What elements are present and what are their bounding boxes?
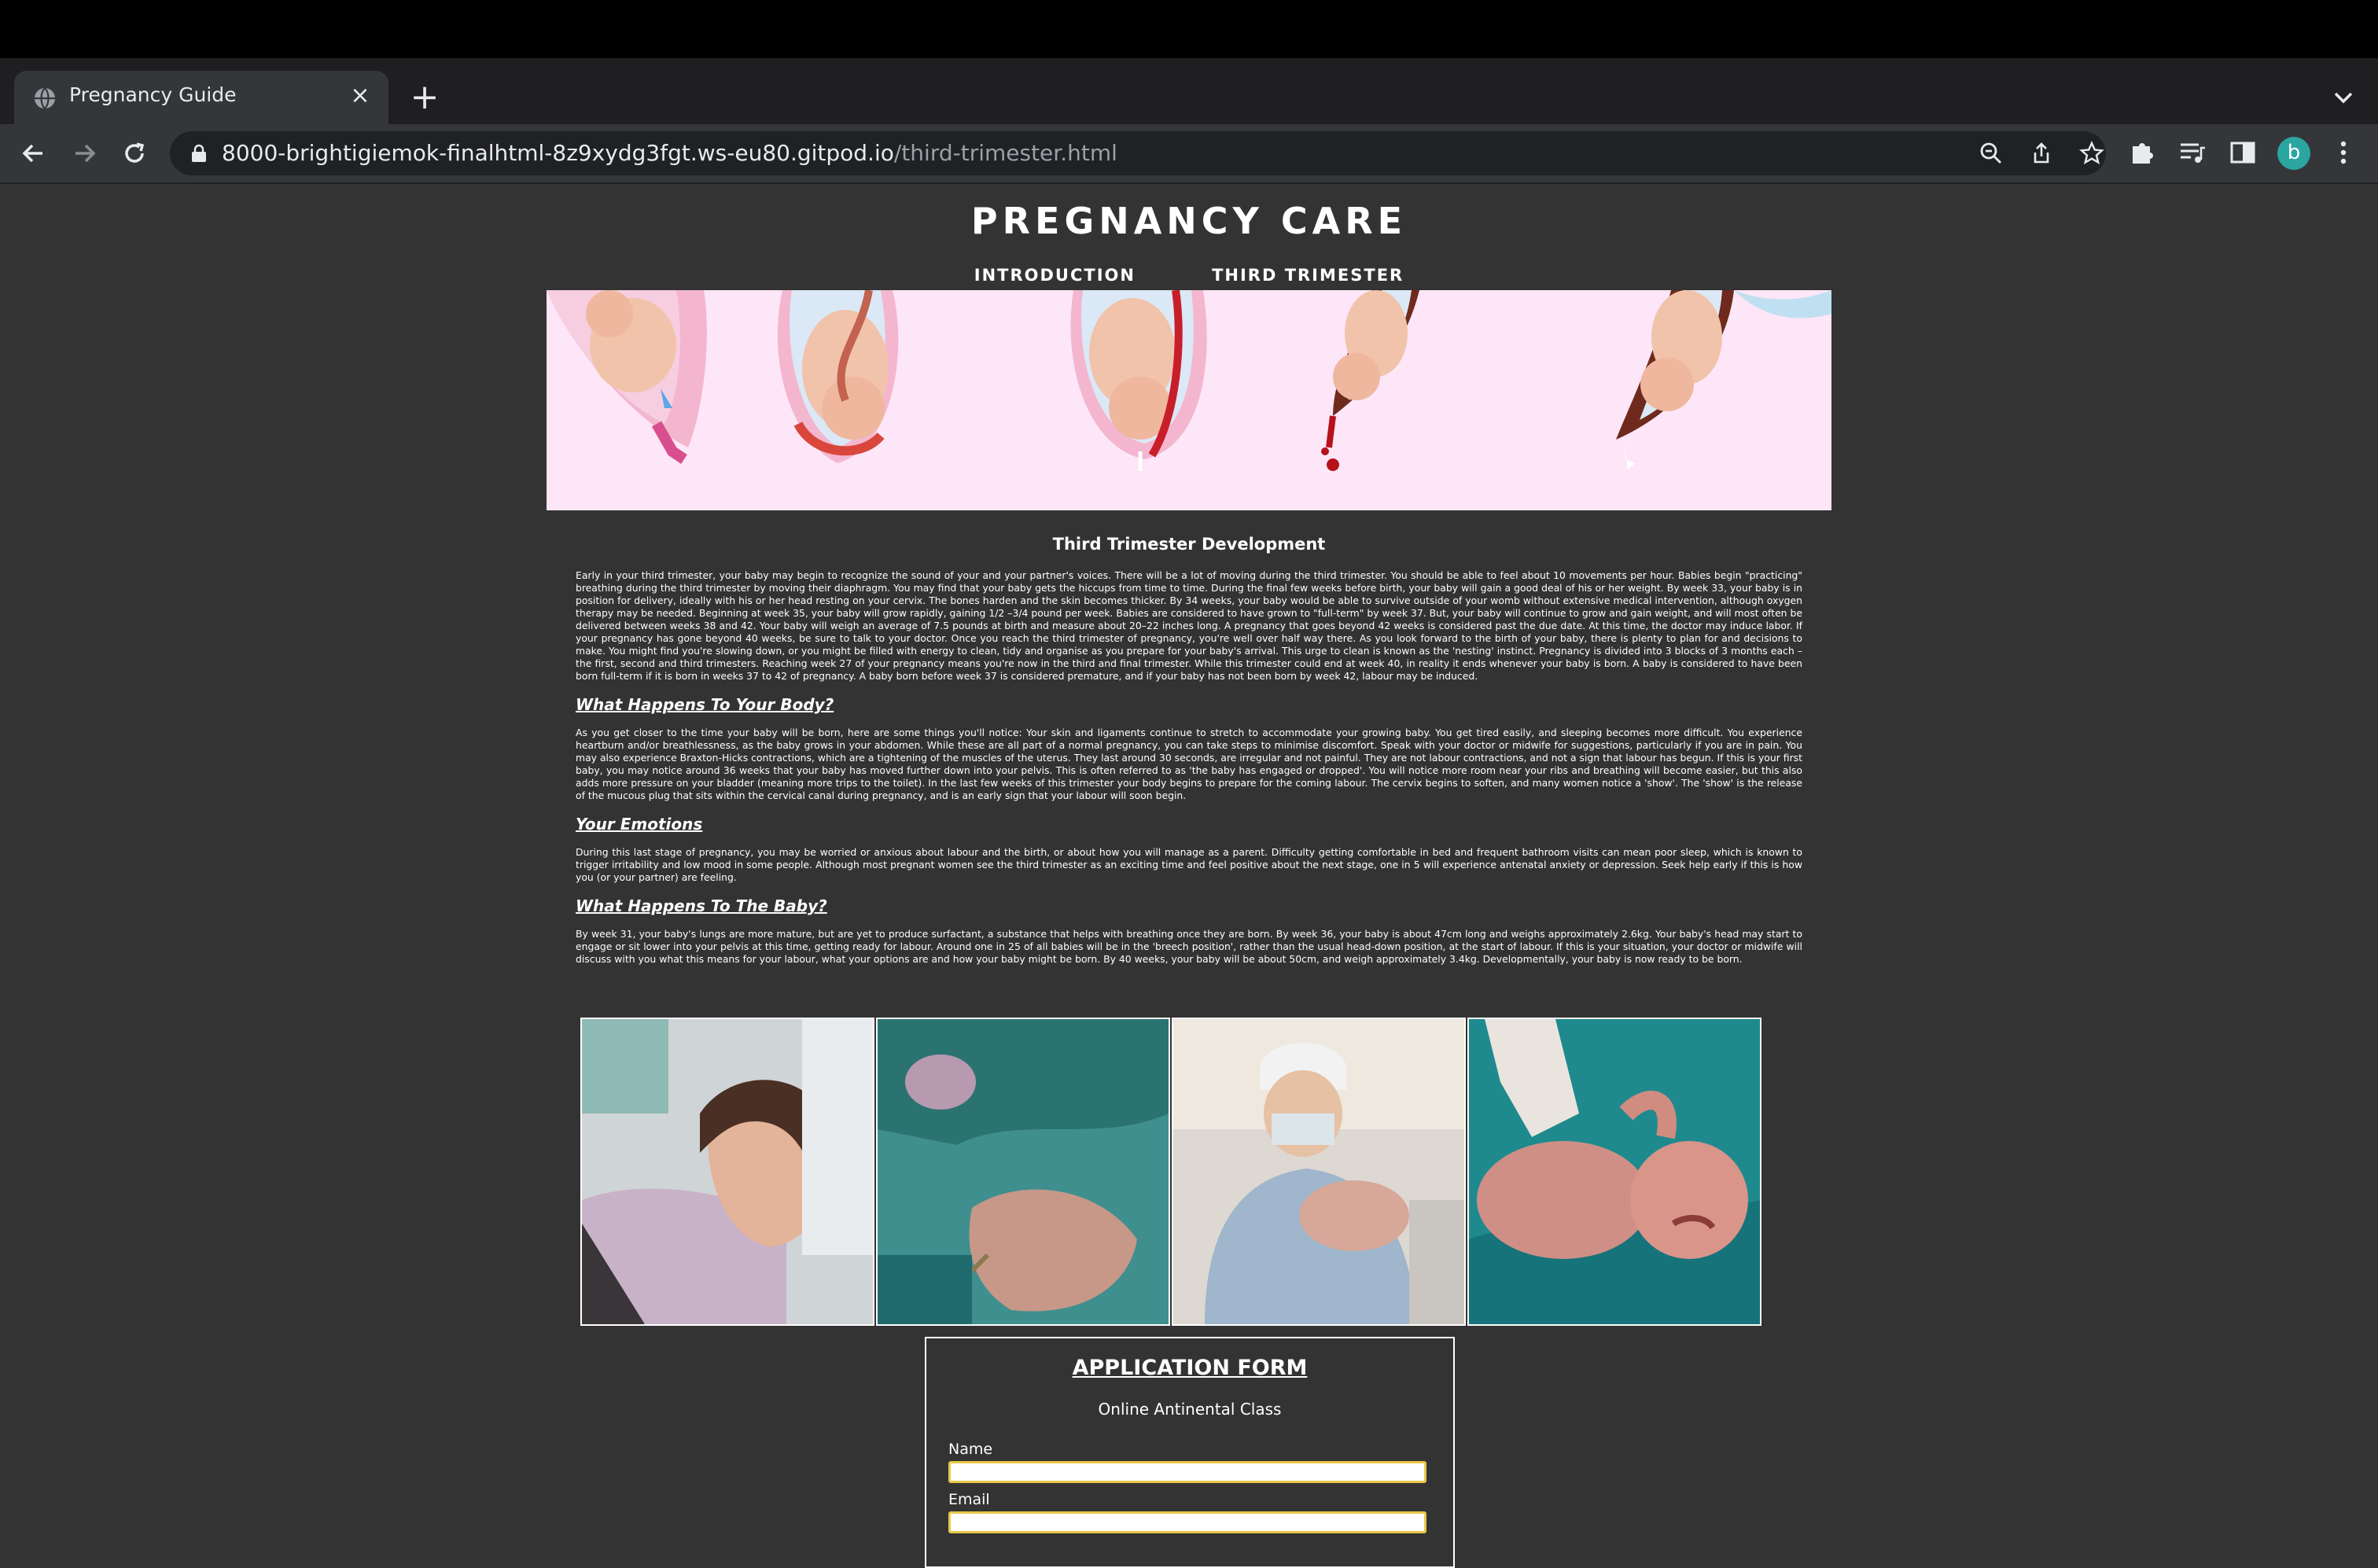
email-input[interactable] — [948, 1511, 1426, 1533]
profile-avatar[interactable]: b — [2277, 137, 2310, 170]
url-path: /third-trimester.html — [893, 140, 1117, 166]
emotions-paragraph: During this last stage of pregnancy, you… — [576, 846, 1802, 883]
form-subtitle: Online Antinental Class — [1098, 1400, 1282, 1419]
fetal-development-banner — [547, 290, 1831, 510]
address-bar[interactable]: 8000-brightigiemok-finalhtml-8z9xydg3fgt… — [170, 131, 2106, 175]
side-panel-icon[interactable] — [2227, 137, 2258, 168]
fetus-illustration-2 — [777, 290, 899, 463]
fetus-illustration-3 — [1070, 290, 1207, 471]
reload-icon[interactable] — [116, 135, 153, 171]
close-tab-icon[interactable]: × — [344, 80, 376, 112]
tab-title: Pregnancy Guide — [69, 83, 237, 106]
fetal-illustrations — [547, 290, 1831, 471]
more-menu-icon[interactable] — [2328, 137, 2359, 168]
article-title: Third Trimester Development — [1052, 535, 1326, 554]
emotions-heading: Your Emotions — [576, 815, 703, 834]
photo-crying-newborn — [1467, 1018, 1761, 1326]
name-label: Name — [948, 1441, 993, 1458]
nav-link-third-trimester[interactable]: THIRD TRIMESTER — [1212, 266, 1404, 285]
baby-paragraph: By week 31, your baby's lungs are more m… — [576, 928, 1802, 965]
back-arrow-icon[interactable] — [16, 135, 52, 171]
extensions-puzzle-icon[interactable] — [2126, 137, 2158, 168]
globe-icon — [35, 87, 55, 109]
browser-tab[interactable]: Pregnancy Guide × — [14, 71, 388, 124]
nav-link-introduction[interactable]: INTRODUCTION — [974, 266, 1136, 285]
article: Third Trimester Development Early in you… — [576, 535, 1802, 966]
url-text: 8000-brightigiemok-finalhtml-8z9xydg3fgt… — [222, 140, 1117, 166]
bookmark-star-icon[interactable] — [2079, 141, 2104, 166]
url-host: 8000-brightigiemok-finalhtml-8z9xydg3fgt… — [222, 140, 894, 166]
lock-icon — [192, 144, 206, 162]
form-title: APPLICATION FORM — [1072, 1356, 1308, 1380]
email-label: Email — [948, 1491, 990, 1508]
fetus-illustration-1 — [547, 290, 707, 464]
fetus-illustration-5 — [1616, 290, 1831, 469]
share-icon[interactable] — [2029, 141, 2054, 166]
photo-doctor-holding-baby — [1172, 1018, 1466, 1326]
os-menu-bar — [0, 0, 2378, 58]
photo-newborn-delivery — [876, 1018, 1170, 1326]
fetus-illustration-4 — [1321, 290, 1419, 471]
site-title: PREGNANCY CARE — [970, 200, 1408, 242]
forward-arrow-icon[interactable] — [66, 135, 102, 171]
photo-gallery — [580, 1018, 1765, 1326]
name-input[interactable] — [948, 1461, 1426, 1483]
intro-paragraph: Early in your third trimester, your baby… — [576, 569, 1802, 682]
new-tab-button[interactable]: + — [403, 77, 447, 121]
browser-toolbar: 8000-brightigiemok-finalhtml-8z9xydg3fgt… — [0, 124, 2378, 184]
media-queue-icon[interactable] — [2177, 137, 2208, 168]
site-nav: INTRODUCTION THIRD TRIMESTER — [0, 266, 2378, 285]
zoom-icon[interactable] — [1979, 141, 2004, 166]
tab-strip: Pregnancy Guide × + — [0, 58, 2378, 124]
baby-heading: What Happens To The Baby? — [576, 896, 827, 915]
chevron-down-icon[interactable] — [2325, 79, 2362, 116]
body-heading: What Happens To Your Body? — [576, 695, 834, 714]
application-form: APPLICATION FORM Online Antinental Class… — [925, 1337, 1455, 1568]
photo-mother-in-labour — [580, 1018, 874, 1326]
body-paragraph: As you get closer to the time your baby … — [576, 727, 1802, 801]
